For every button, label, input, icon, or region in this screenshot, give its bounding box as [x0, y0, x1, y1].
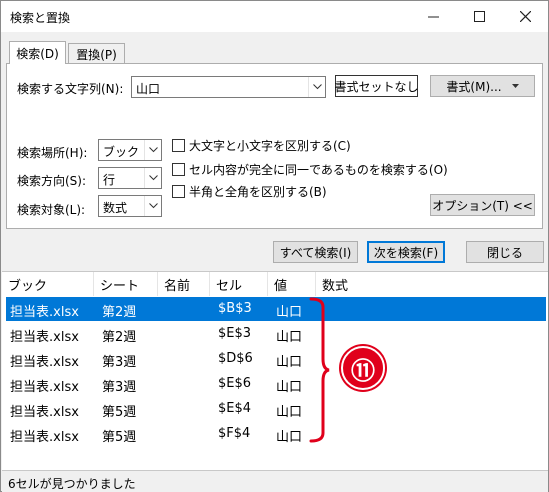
cell-cell: $E$4 — [218, 401, 252, 416]
search-input[interactable]: 山口 — [131, 76, 326, 98]
title-bar[interactable]: 検索と置換 — [1, 1, 548, 32]
results-list[interactable]: ブック シート 名前 セル 値 数式 担当表.xlsx 第2週 $B$3 山口 担当表.… — [2, 271, 548, 471]
find-all-button[interactable]: すべて検索(I) — [273, 241, 358, 263]
tab-replace[interactable]: 置換(P) — [68, 43, 125, 64]
chevron-down-icon — [312, 84, 322, 90]
cell-value: 山口 — [276, 330, 303, 345]
format-button[interactable]: 書式(M)... — [430, 75, 535, 97]
direction-label: 検索方向(S): — [17, 174, 87, 188]
close-window-button[interactable] — [503, 1, 548, 32]
options-label: オプション(T) << — [432, 198, 533, 213]
table-row[interactable]: 担当表.xlsx 第2週 $B$3 山口 — [6, 297, 546, 321]
search-dropdown-button[interactable] — [308, 77, 325, 97]
chevron-down-icon — [148, 175, 158, 181]
cell-cell: $F$4 — [218, 426, 251, 441]
cell-sheet: 第5週 — [102, 405, 137, 420]
direction-value: 行 — [103, 173, 116, 187]
column-header-book[interactable]: ブック — [2, 272, 94, 296]
find-replace-dialog: 検索と置換 検索(D) 置換(P) 検索する文字列(N): 山口 書式セットなし… — [0, 0, 549, 492]
table-row[interactable]: 担当表.xlsx 第5週 $E$4 山口 — [6, 397, 546, 421]
column-header-sheet[interactable]: シート — [94, 272, 158, 296]
maximize-icon — [474, 11, 485, 22]
search-input-value: 山口 — [136, 82, 161, 96]
cell-book: 担当表.xlsx — [10, 355, 79, 370]
close-button[interactable]: 閉じる — [466, 241, 544, 263]
find-next-label: 次を検索(F) — [373, 245, 439, 260]
cell-sheet: 第2週 — [102, 330, 137, 345]
lookin-label: 検索対象(L): — [17, 203, 86, 217]
direction-dropdown-button[interactable] — [144, 168, 161, 188]
cell-sheet: 第3週 — [102, 380, 137, 395]
no-format-label: 書式セットなし — [334, 79, 419, 94]
cell-sheet: 第2週 — [102, 305, 137, 320]
match-byte-label: 半角と全角を区別する(B) — [189, 184, 327, 199]
find-next-button[interactable]: 次を検索(F) — [367, 241, 445, 263]
cell-value: 山口 — [276, 380, 303, 395]
find-tab-panel: 検索する文字列(N): 山口 書式セットなし 書式(M)... 検索場所(H):… — [6, 63, 543, 229]
lookin-dropdown-button[interactable] — [144, 196, 161, 216]
match-case-label: 大文字と小文字を区別する(C) — [189, 138, 351, 153]
cell-cell: $B$3 — [218, 301, 252, 316]
lookin-value: 数式 — [103, 201, 128, 215]
cell-book: 担当表.xlsx — [10, 430, 79, 445]
tab-find[interactable]: 検索(D) — [9, 41, 66, 64]
annotation-number: ⑪ — [351, 356, 375, 385]
cell-value: 山口 — [276, 355, 303, 370]
within-select[interactable]: ブック — [98, 139, 162, 161]
close-label: 閉じる — [486, 245, 523, 260]
chevron-down-icon — [148, 203, 158, 209]
cell-sheet: 第5週 — [102, 430, 137, 445]
cell-value: 山口 — [276, 305, 303, 320]
cell-book: 担当表.xlsx — [10, 380, 79, 395]
column-header-name[interactable]: 名前 — [158, 272, 210, 296]
column-header-cell[interactable]: セル — [210, 272, 268, 296]
maximize-button[interactable] — [457, 1, 502, 32]
format-label: 書式(M)... — [446, 79, 502, 94]
checkbox-box[interactable] — [172, 184, 185, 198]
within-dropdown-button[interactable] — [144, 140, 161, 160]
column-header-value[interactable]: 値 — [268, 272, 316, 296]
table-row[interactable]: 担当表.xlsx 第3週 $D$6 山口 — [6, 347, 546, 371]
match-entire-checkbox[interactable]: セル内容が完全に同一であるものを検索する(O) — [172, 161, 448, 177]
table-row[interactable]: 担当表.xlsx 第3週 $E$6 山口 — [6, 372, 546, 396]
cell-sheet: 第3週 — [102, 355, 137, 370]
window-title: 検索と置換 — [10, 11, 71, 25]
match-case-checkbox[interactable]: 大文字と小文字を区別する(C) — [172, 137, 351, 153]
cell-value: 山口 — [276, 405, 303, 420]
match-entire-label: セル内容が完全に同一であるものを検索する(O) — [189, 162, 448, 177]
options-button[interactable]: オプション(T) << — [430, 194, 535, 216]
tab-replace-label: 置換(P) — [76, 47, 117, 62]
no-format-button[interactable]: 書式セットなし — [334, 75, 419, 97]
cell-cell: $E$3 — [218, 326, 252, 341]
checkbox-box[interactable] — [172, 162, 185, 176]
match-byte-checkbox[interactable]: 半角と全角を区別する(B) — [172, 183, 327, 199]
within-value: ブック — [103, 145, 140, 159]
cell-cell: $D$6 — [218, 351, 253, 366]
annotation-number-badge: ⑪ — [341, 346, 385, 390]
annotation-bracket — [309, 297, 330, 443]
find-all-label: すべて検索(I) — [279, 245, 352, 260]
checkbox-box[interactable] — [172, 138, 185, 152]
minimize-button[interactable] — [411, 1, 456, 32]
table-row[interactable]: 担当表.xlsx 第2週 $E$3 山口 — [6, 322, 546, 346]
cell-value: 山口 — [276, 430, 303, 445]
cell-cell: $E$6 — [218, 376, 252, 391]
chevron-down-icon — [148, 147, 158, 153]
cell-book: 担当表.xlsx — [10, 330, 79, 345]
cell-book: 担当表.xlsx — [10, 305, 79, 320]
minimize-icon — [428, 16, 439, 18]
lookin-select[interactable]: 数式 — [98, 195, 162, 217]
dropdown-arrow-icon — [511, 84, 519, 88]
search-label: 検索する文字列(N): — [17, 82, 124, 96]
close-icon — [520, 11, 531, 22]
tab-find-label: 検索(D) — [16, 46, 59, 61]
status-text: 6セルが見つかりました — [8, 477, 136, 491]
status-bar: 6セルが見つかりました — [2, 472, 548, 492]
direction-select[interactable]: 行 — [98, 167, 162, 189]
column-header-formula[interactable]: 数式 — [316, 272, 376, 296]
within-label: 検索場所(H): — [17, 146, 88, 160]
table-row[interactable]: 担当表.xlsx 第5週 $F$4 山口 — [6, 422, 546, 446]
cell-book: 担当表.xlsx — [10, 405, 79, 420]
